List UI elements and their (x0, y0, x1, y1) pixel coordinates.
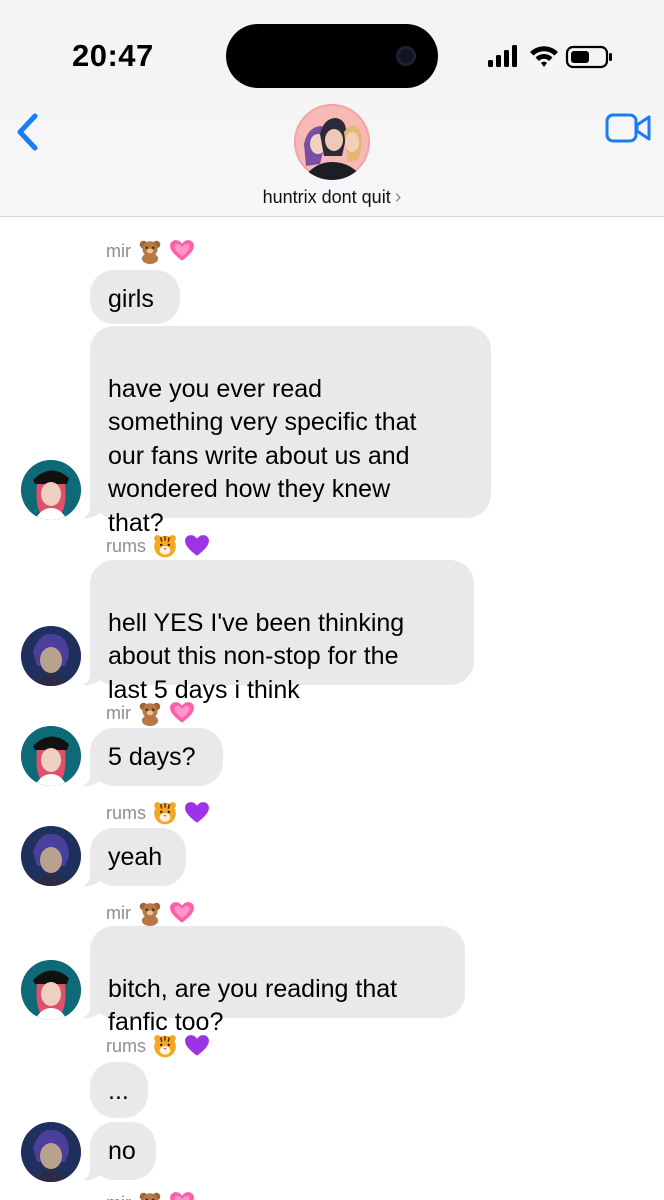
avatar-rums[interactable] (21, 626, 81, 686)
video-call-icon[interactable] (604, 110, 652, 146)
mir-avatar-image (21, 460, 81, 520)
message-text: bitch, are you reading that fanfic too? (108, 974, 398, 1037)
message-bubble[interactable]: yeah (80, 828, 186, 886)
sender-name-mir: mir (106, 1190, 195, 1200)
avatar-mir[interactable] (21, 460, 81, 520)
teddy-bear-icon (137, 238, 163, 264)
status-icons (488, 45, 612, 69)
avatar-rums[interactable] (21, 1122, 81, 1182)
group-avatar[interactable] (294, 104, 370, 180)
back-chevron-icon[interactable] (8, 108, 48, 156)
sender-name-label: rums (106, 802, 146, 823)
avatar-mir[interactable] (21, 726, 81, 786)
group-name-label: huntrix dont quit (262, 187, 391, 207)
message-text: ... (108, 1077, 129, 1105)
message-bubble[interactable]: 5 days? (80, 728, 223, 786)
sender-name-label: mir (106, 902, 131, 923)
wifi-icon (530, 46, 558, 67)
message-bubble[interactable]: no (80, 1122, 156, 1180)
status-time: 20:47 (72, 38, 154, 73)
conversation-header: 20:47 huntrix dont quit › (0, 0, 664, 217)
message-bubble[interactable]: girls (90, 270, 180, 324)
messages-screen: 20:47 huntrix dont quit › mir girls have… (0, 0, 664, 1200)
pink-heart-icon (169, 238, 195, 264)
teddy-bear-icon (137, 1190, 163, 1200)
sender-name-label: rums (106, 1035, 146, 1056)
message-bubble[interactable]: have you ever read something very specif… (80, 326, 491, 537)
message-text: have you ever read something very specif… (108, 374, 417, 537)
sender-name-label: mir (106, 1193, 131, 1200)
sender-name-rums: rums (106, 1033, 210, 1059)
pink-heart-icon (169, 1190, 195, 1200)
mir-avatar-image (21, 960, 81, 1020)
message-text: no (108, 1137, 136, 1165)
message-bubble[interactable]: hell YES I've been thinking about this n… (80, 560, 474, 704)
tiger-face-icon (152, 1033, 178, 1059)
signal-icon (488, 45, 517, 67)
group-photo-image (294, 104, 370, 180)
dynamic-island (226, 24, 438, 88)
message-text: yeah (108, 843, 163, 871)
message-bubble[interactable]: bitch, are you reading that fanfic too? (80, 926, 465, 1036)
purple-heart-icon (184, 533, 210, 559)
chevron-right-icon: › (394, 186, 402, 208)
sender-name-label: mir (106, 240, 131, 261)
pink-heart-icon (169, 900, 195, 926)
rums-avatar-image (21, 626, 81, 686)
sender-name-label: rums (106, 535, 146, 556)
sender-name-label: mir (106, 702, 131, 723)
avatar-mir[interactable] (21, 960, 81, 1020)
rums-avatar-image (21, 826, 81, 886)
mir-avatar-image (21, 726, 81, 786)
front-camera-icon (396, 46, 416, 66)
teddy-bear-icon (137, 900, 163, 926)
message-text: girls (108, 285, 154, 313)
sender-name-rums: rums (106, 800, 210, 826)
message-bubble[interactable]: ... (90, 1062, 148, 1118)
avatar-rums[interactable] (21, 826, 81, 886)
purple-heart-icon (184, 1033, 210, 1059)
group-name[interactable]: huntrix dont quit › (0, 186, 664, 209)
message-text: 5 days? (108, 743, 196, 771)
rums-avatar-image (21, 1122, 81, 1182)
sender-name-mir: mir (106, 238, 195, 264)
purple-heart-icon (184, 800, 210, 826)
sender-name-mir: mir (106, 900, 195, 926)
tiger-face-icon (152, 800, 178, 826)
message-text: hell YES I've been thinking about this n… (108, 608, 405, 704)
battery-icon (565, 45, 612, 69)
